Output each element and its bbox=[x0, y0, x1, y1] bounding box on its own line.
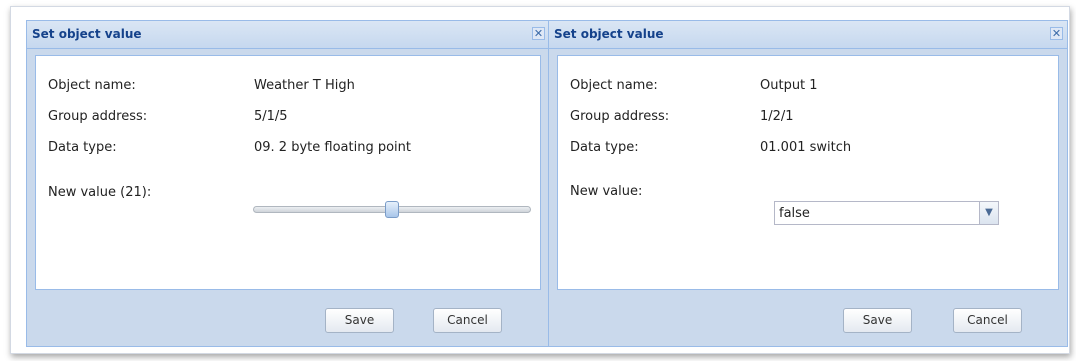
group-address-label: Group address: bbox=[570, 109, 670, 124]
new-value-select[interactable]: false ▼ bbox=[774, 201, 999, 225]
chevron-down-icon[interactable]: ▼ bbox=[979, 202, 998, 224]
data-type-value: 09. 2 byte floating point bbox=[254, 140, 411, 155]
data-type-label: Data type: bbox=[570, 140, 639, 155]
object-name-label: Object name: bbox=[48, 78, 136, 93]
set-object-value-dialog-select: Set object value ✕ Object name: Output 1… bbox=[548, 20, 1068, 347]
object-name-value: Weather T High bbox=[254, 78, 355, 93]
new-value-slider-thumb[interactable] bbox=[385, 201, 399, 218]
save-button[interactable]: Save bbox=[843, 308, 912, 333]
object-name-label: Object name: bbox=[570, 78, 658, 93]
group-address-value: 5/1/5 bbox=[254, 109, 288, 124]
dialog-title: Set object value bbox=[32, 27, 142, 41]
selected-value: false bbox=[779, 206, 810, 221]
cancel-button[interactable]: Cancel bbox=[433, 308, 502, 333]
dialog-titlebar[interactable]: Set object value ✕ bbox=[27, 21, 549, 49]
dialog-body: Object name: Weather T High Group addres… bbox=[35, 55, 541, 290]
dialog-titlebar[interactable]: Set object value ✕ bbox=[549, 21, 1067, 49]
data-type-value: 01.001 switch bbox=[760, 140, 852, 155]
group-address-value: 1/2/1 bbox=[760, 109, 794, 124]
set-object-value-dialog-slider: Set object value ✕ Object name: Weather … bbox=[26, 20, 550, 347]
close-icon[interactable]: ✕ bbox=[532, 27, 545, 40]
dialog-body: Object name: Output 1 Group address: 1/2… bbox=[557, 55, 1059, 290]
data-type-label: Data type: bbox=[48, 140, 117, 155]
new-value-label: New value: bbox=[570, 184, 643, 199]
dialog-title: Set object value bbox=[554, 27, 664, 41]
new-value-label: New value (21): bbox=[48, 185, 152, 200]
close-icon[interactable]: ✕ bbox=[1050, 27, 1063, 40]
group-address-label: Group address: bbox=[48, 109, 148, 124]
object-name-value: Output 1 bbox=[760, 78, 818, 93]
save-button[interactable]: Save bbox=[325, 308, 394, 333]
cancel-button[interactable]: Cancel bbox=[953, 308, 1022, 333]
